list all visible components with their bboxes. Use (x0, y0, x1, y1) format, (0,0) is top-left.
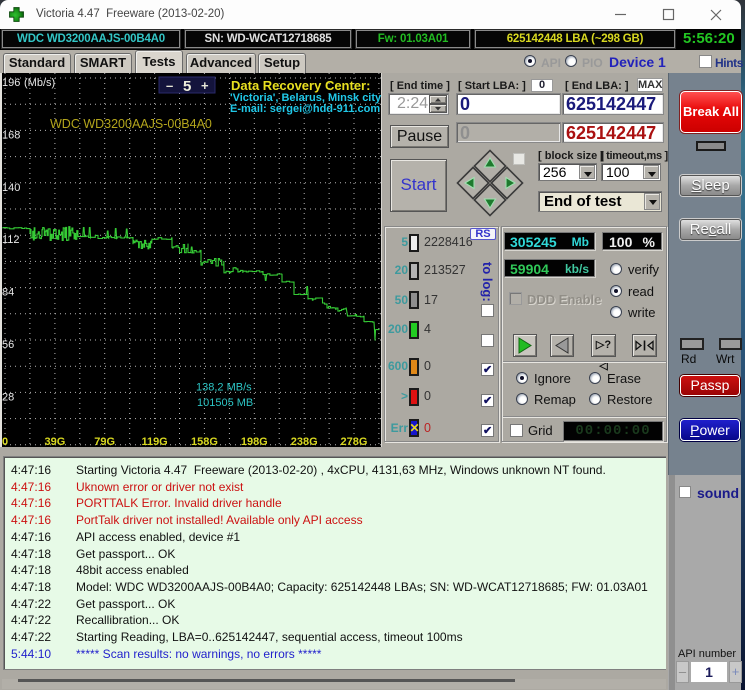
svg-text:Data Recovery Center:: Data Recovery Center: (231, 78, 370, 93)
svg-text:84: 84 (2, 287, 14, 299)
svg-text:112: 112 (2, 234, 20, 246)
svg-text:119G: 119G (141, 436, 167, 447)
svg-text:WDC WD3200AAJS-00B4A0: WDC WD3200AAJS-00B4A0 (50, 117, 212, 131)
svg-text:(Mb/s): (Mb/s) (24, 77, 55, 89)
svg-text:E-mail: sergei@hdd-911.com: E-mail: sergei@hdd-911.com (230, 103, 380, 115)
svg-text:56: 56 (2, 339, 14, 351)
svg-text:39G: 39G (45, 436, 66, 447)
svg-text:198G: 198G (241, 436, 268, 447)
svg-text:0: 0 (2, 436, 8, 447)
svg-text:168: 168 (2, 129, 20, 141)
svg-text:–: – (166, 78, 173, 93)
svg-text:101505 MB: 101505 MB (197, 397, 253, 409)
svg-text:28: 28 (2, 391, 14, 403)
svg-text:196: 196 (2, 77, 20, 89)
svg-text:138,2 MB/s: 138,2 MB/s (196, 382, 252, 394)
svg-text:5: 5 (183, 78, 191, 95)
svg-text:79G: 79G (94, 436, 115, 447)
svg-text:238G: 238G (291, 436, 318, 447)
svg-text:278G: 278G (341, 436, 368, 447)
svg-text:158G: 158G (191, 436, 218, 447)
svg-text:+: + (201, 78, 209, 93)
svg-text:140: 140 (2, 182, 20, 194)
